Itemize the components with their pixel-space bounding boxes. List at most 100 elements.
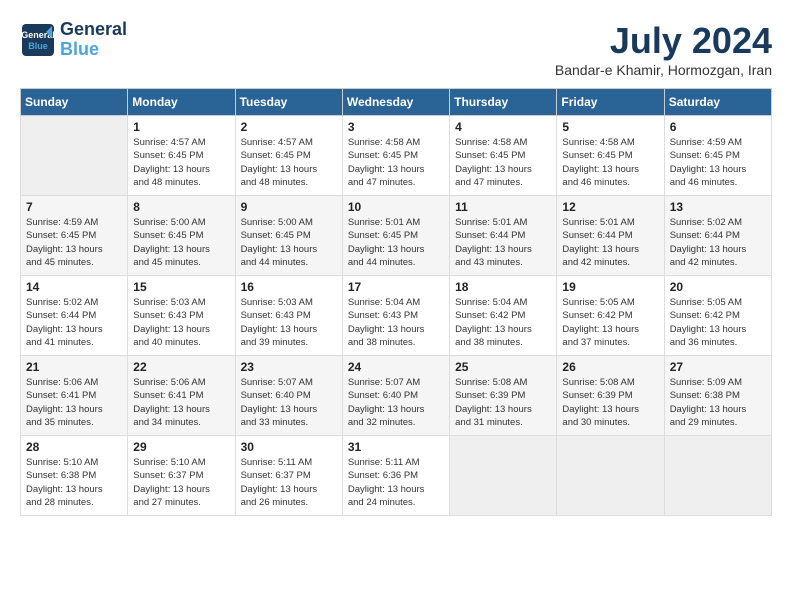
day-info: Sunrise: 5:00 AM Sunset: 6:45 PM Dayligh… bbox=[133, 216, 229, 269]
day-cell: 14 Sunrise: 5:02 AM Sunset: 6:44 PM Dayli… bbox=[21, 276, 128, 356]
day-cell: 1 Sunrise: 4:57 AM Sunset: 6:45 PM Daylig… bbox=[128, 116, 235, 196]
day-info: Sunrise: 5:03 AM Sunset: 6:43 PM Dayligh… bbox=[133, 296, 229, 349]
month-title: July 2024 bbox=[555, 20, 772, 62]
day-number: 21 bbox=[26, 360, 122, 374]
day-number: 11 bbox=[455, 200, 551, 214]
svg-text:Blue: Blue bbox=[28, 41, 48, 51]
day-info: Sunrise: 5:06 AM Sunset: 6:41 PM Dayligh… bbox=[26, 376, 122, 429]
day-cell: 21 Sunrise: 5:06 AM Sunset: 6:41 PM Dayli… bbox=[21, 356, 128, 436]
day-cell: 4 Sunrise: 4:58 AM Sunset: 6:45 PM Daylig… bbox=[450, 116, 557, 196]
day-number: 22 bbox=[133, 360, 229, 374]
day-cell: 2Sunrise: 4:57 AM Sunset: 6:45 PM Daylig… bbox=[235, 116, 342, 196]
day-number: 31 bbox=[348, 440, 444, 454]
day-cell: 29 Sunrise: 5:10 AM Sunset: 6:37 PM Dayli… bbox=[128, 436, 235, 516]
day-cell: 11 Sunrise: 5:01 AM Sunset: 6:44 PM Dayli… bbox=[450, 196, 557, 276]
day-info: Sunrise: 4:58 AM Sunset: 6:45 PM Dayligh… bbox=[455, 136, 551, 189]
day-number: 25 bbox=[455, 360, 551, 374]
day-info: Sunrise: 4:58 AM Sunset: 6:45 PM Dayligh… bbox=[348, 136, 444, 189]
day-cell bbox=[557, 436, 664, 516]
day-number: 3 bbox=[348, 120, 444, 134]
day-info: Sunrise: 5:02 AM Sunset: 6:44 PM Dayligh… bbox=[26, 296, 122, 349]
location-subtitle: Bandar-e Khamir, Hormozgan, Iran bbox=[555, 62, 772, 78]
weekday-header-sunday: Sunday bbox=[21, 89, 128, 116]
day-number: 7 bbox=[26, 200, 122, 214]
logo-icon: General Blue bbox=[20, 22, 56, 58]
day-cell: 25 Sunrise: 5:08 AM Sunset: 6:39 PM Dayli… bbox=[450, 356, 557, 436]
day-cell: 22 Sunrise: 5:06 AM Sunset: 6:41 PM Dayli… bbox=[128, 356, 235, 436]
week-row-2: 7Sunrise: 4:59 AM Sunset: 6:45 PM Daylig… bbox=[21, 196, 772, 276]
week-row-4: 21 Sunrise: 5:06 AM Sunset: 6:41 PM Dayli… bbox=[21, 356, 772, 436]
day-cell: 19 Sunrise: 5:05 AM Sunset: 6:42 PM Dayli… bbox=[557, 276, 664, 356]
day-cell bbox=[450, 436, 557, 516]
day-info: Sunrise: 5:08 AM Sunset: 6:39 PM Dayligh… bbox=[455, 376, 551, 429]
day-info: Sunrise: 5:10 AM Sunset: 6:37 PM Dayligh… bbox=[133, 456, 229, 509]
logo-text-line2: Blue bbox=[60, 40, 127, 60]
day-cell: 23 Sunrise: 5:07 AM Sunset: 6:40 PM Dayli… bbox=[235, 356, 342, 436]
day-number: 24 bbox=[348, 360, 444, 374]
day-number: 19 bbox=[562, 280, 658, 294]
day-cell: 16 Sunrise: 5:03 AM Sunset: 6:43 PM Dayli… bbox=[235, 276, 342, 356]
day-cell: 24 Sunrise: 5:07 AM Sunset: 6:40 PM Dayli… bbox=[342, 356, 449, 436]
day-number: 5 bbox=[562, 120, 658, 134]
calendar-table: SundayMondayTuesdayWednesdayThursdayFrid… bbox=[20, 88, 772, 516]
day-info: Sunrise: 5:08 AM Sunset: 6:39 PM Dayligh… bbox=[562, 376, 658, 429]
weekday-header-tuesday: Tuesday bbox=[235, 89, 342, 116]
day-info: Sunrise: 5:03 AM Sunset: 6:43 PM Dayligh… bbox=[241, 296, 337, 349]
day-number: 29 bbox=[133, 440, 229, 454]
day-info: Sunrise: 4:58 AM Sunset: 6:45 PM Dayligh… bbox=[562, 136, 658, 189]
day-cell: 27Sunrise: 5:09 AM Sunset: 6:38 PM Dayli… bbox=[664, 356, 771, 436]
day-info: Sunrise: 5:10 AM Sunset: 6:38 PM Dayligh… bbox=[26, 456, 122, 509]
day-number: 1 bbox=[133, 120, 229, 134]
day-number: 6 bbox=[670, 120, 766, 134]
day-number: 9 bbox=[241, 200, 337, 214]
day-info: Sunrise: 4:59 AM Sunset: 6:45 PM Dayligh… bbox=[670, 136, 766, 189]
day-number: 2 bbox=[241, 120, 337, 134]
weekday-header-row: SundayMondayTuesdayWednesdayThursdayFrid… bbox=[21, 89, 772, 116]
day-number: 23 bbox=[241, 360, 337, 374]
title-block: July 2024 Bandar-e Khamir, Hormozgan, Ir… bbox=[555, 20, 772, 78]
day-number: 20 bbox=[670, 280, 766, 294]
day-number: 15 bbox=[133, 280, 229, 294]
day-number: 26 bbox=[562, 360, 658, 374]
weekday-header-monday: Monday bbox=[128, 89, 235, 116]
day-info: Sunrise: 5:02 AM Sunset: 6:44 PM Dayligh… bbox=[670, 216, 766, 269]
day-info: Sunrise: 5:01 AM Sunset: 6:44 PM Dayligh… bbox=[455, 216, 551, 269]
day-cell: 9Sunrise: 5:00 AM Sunset: 6:45 PM Daylig… bbox=[235, 196, 342, 276]
day-info: Sunrise: 5:07 AM Sunset: 6:40 PM Dayligh… bbox=[348, 376, 444, 429]
day-cell: 8 Sunrise: 5:00 AM Sunset: 6:45 PM Daylig… bbox=[128, 196, 235, 276]
day-cell: 6 Sunrise: 4:59 AM Sunset: 6:45 PM Daylig… bbox=[664, 116, 771, 196]
day-info: Sunrise: 5:07 AM Sunset: 6:40 PM Dayligh… bbox=[241, 376, 337, 429]
day-number: 10 bbox=[348, 200, 444, 214]
day-number: 4 bbox=[455, 120, 551, 134]
day-info: Sunrise: 5:09 AM Sunset: 6:38 PM Dayligh… bbox=[670, 376, 766, 429]
day-info: Sunrise: 5:04 AM Sunset: 6:42 PM Dayligh… bbox=[455, 296, 551, 349]
day-number: 14 bbox=[26, 280, 122, 294]
page-header: General Blue General Blue July 2024 Band… bbox=[20, 20, 772, 78]
day-number: 12 bbox=[562, 200, 658, 214]
day-info: Sunrise: 5:05 AM Sunset: 6:42 PM Dayligh… bbox=[562, 296, 658, 349]
day-cell: 13Sunrise: 5:02 AM Sunset: 6:44 PM Dayli… bbox=[664, 196, 771, 276]
day-cell bbox=[664, 436, 771, 516]
week-row-3: 14 Sunrise: 5:02 AM Sunset: 6:44 PM Dayli… bbox=[21, 276, 772, 356]
day-cell: 18 Sunrise: 5:04 AM Sunset: 6:42 PM Dayli… bbox=[450, 276, 557, 356]
day-info: Sunrise: 5:05 AM Sunset: 6:42 PM Dayligh… bbox=[670, 296, 766, 349]
day-cell: 28 Sunrise: 5:10 AM Sunset: 6:38 PM Dayli… bbox=[21, 436, 128, 516]
weekday-header-thursday: Thursday bbox=[450, 89, 557, 116]
day-info: Sunrise: 5:01 AM Sunset: 6:45 PM Dayligh… bbox=[348, 216, 444, 269]
logo: General Blue General Blue bbox=[20, 20, 127, 60]
day-number: 28 bbox=[26, 440, 122, 454]
day-info: Sunrise: 4:57 AM Sunset: 6:45 PM Dayligh… bbox=[133, 136, 229, 189]
weekday-header-friday: Friday bbox=[557, 89, 664, 116]
day-info: Sunrise: 5:06 AM Sunset: 6:41 PM Dayligh… bbox=[133, 376, 229, 429]
day-cell: 26 Sunrise: 5:08 AM Sunset: 6:39 PM Dayli… bbox=[557, 356, 664, 436]
day-cell: 3 Sunrise: 4:58 AM Sunset: 6:45 PM Daylig… bbox=[342, 116, 449, 196]
day-cell: 17Sunrise: 5:04 AM Sunset: 6:43 PM Dayli… bbox=[342, 276, 449, 356]
day-number: 18 bbox=[455, 280, 551, 294]
day-cell: 20 Sunrise: 5:05 AM Sunset: 6:42 PM Dayli… bbox=[664, 276, 771, 356]
day-info: Sunrise: 5:11 AM Sunset: 6:36 PM Dayligh… bbox=[348, 456, 444, 509]
day-number: 8 bbox=[133, 200, 229, 214]
weekday-header-saturday: Saturday bbox=[664, 89, 771, 116]
day-number: 16 bbox=[241, 280, 337, 294]
day-number: 30 bbox=[241, 440, 337, 454]
day-cell: 5 Sunrise: 4:58 AM Sunset: 6:45 PM Daylig… bbox=[557, 116, 664, 196]
